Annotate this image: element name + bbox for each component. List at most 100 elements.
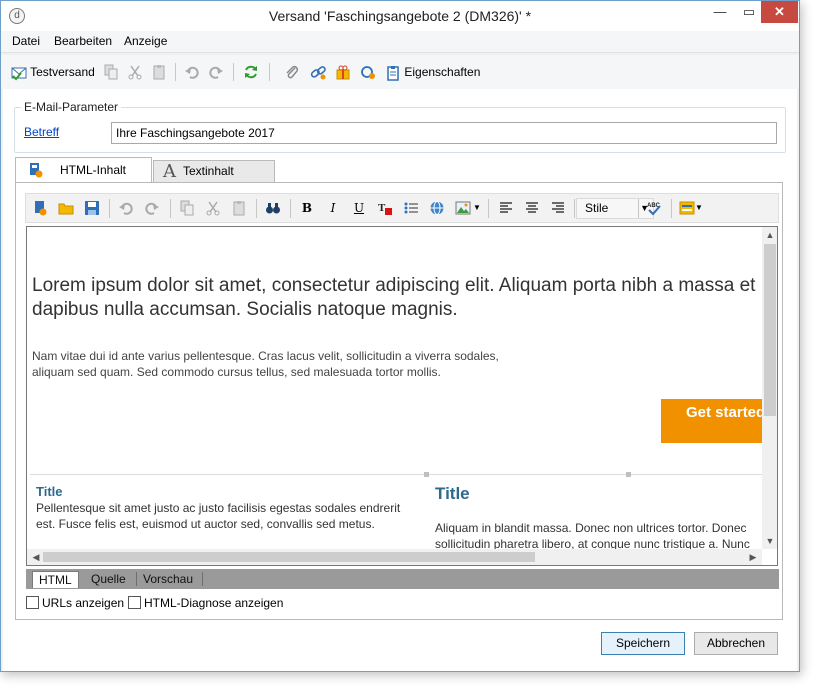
menu-bearbeiten[interactable]: Bearbeiten (54, 34, 112, 48)
section-divider (30, 474, 762, 475)
tab-source-view[interactable]: Quelle (85, 571, 132, 588)
text-color-icon[interactable]: T (377, 200, 393, 216)
new-content-icon[interactable] (32, 200, 48, 216)
vertical-scroll-thumb[interactable] (764, 244, 776, 416)
horizontal-scrollbar[interactable]: ◀ ▶ (27, 549, 762, 565)
undo-icon[interactable] (184, 64, 200, 80)
show-urls-label: URLs anzeigen (42, 596, 125, 610)
tab-html-label: HTML-Inhalt (60, 163, 127, 177)
get-started-button[interactable]: Get started (661, 399, 763, 443)
bullet-list-icon[interactable] (403, 200, 419, 216)
dialog-window: d Versand 'Faschingsangebote 2 (DM326)' … (0, 0, 800, 672)
html-diagnosis-checkbox[interactable]: HTML-Diagnose anzeigen (128, 596, 283, 610)
tab-text-content[interactable]: A Textinhalt (153, 160, 275, 182)
right-column-text[interactable]: Aliquam in blandit massa. Donec non ultr… (435, 520, 775, 552)
maximize-button[interactable]: ▭ (735, 1, 763, 23)
clipboard-icon (387, 65, 399, 81)
cut-icon[interactable] (127, 64, 143, 80)
toolbar-separator (269, 63, 270, 81)
personalize-icon[interactable] (360, 64, 376, 80)
view-mode-tabs: HTML Quelle Vorschau (26, 569, 779, 589)
subject-link[interactable]: Betreff (24, 125, 59, 139)
editor-toolbar-separator (256, 199, 257, 218)
scroll-right-icon[interactable]: ▶ (745, 552, 761, 563)
find-binoculars-icon[interactable] (265, 200, 281, 216)
properties-label: Eigenschaften (404, 65, 481, 79)
insert-image-icon[interactable] (455, 200, 471, 216)
text-content-icon: A (163, 161, 176, 182)
resize-handle[interactable] (424, 472, 429, 477)
copy-icon[interactable] (103, 64, 119, 80)
group-legend: E-Mail-Parameter (21, 100, 122, 114)
attachment-icon[interactable] (284, 64, 300, 80)
right-column-title[interactable]: Title (435, 484, 470, 504)
test-send-button[interactable]: Testversand (11, 63, 95, 81)
tab-html-view[interactable]: HTML (32, 571, 79, 588)
properties-button[interactable]: Eigenschaften (385, 63, 480, 81)
block-dropdown-icon[interactable]: ▼ (695, 200, 703, 216)
tab-separator (202, 572, 203, 586)
html-editor-content[interactable]: Lorem ipsum dolor sit amet, consectetur … (26, 226, 778, 566)
editor-toolbar: B I U T ▼ Stile ▼ ABC ▼ (25, 193, 779, 223)
menu-datei[interactable]: Datei (12, 34, 40, 48)
cut-icon[interactable] (205, 200, 221, 216)
close-button[interactable]: ✕ (761, 1, 798, 23)
toolbar-separator (233, 63, 234, 81)
content-heading[interactable]: Lorem ipsum dolor sit amet, consectetur … (32, 274, 767, 322)
window-title: Versand 'Faschingsangebote 2 (DM326)' * (268, 8, 532, 24)
scroll-left-icon[interactable]: ◀ (28, 552, 44, 563)
style-select[interactable]: Stile ▼ (576, 198, 654, 219)
email-parameters-group: E-Mail-Parameter Betreff (14, 100, 786, 153)
refresh-icon[interactable] (243, 64, 259, 80)
editor-toolbar-separator (574, 199, 575, 218)
redo-icon[interactable] (208, 64, 224, 80)
scroll-up-icon[interactable]: ▲ (762, 230, 777, 240)
paste-icon[interactable] (231, 200, 247, 216)
redo-icon[interactable] (144, 200, 160, 216)
bold-button[interactable]: B (299, 200, 315, 216)
editor-toolbar-separator (671, 199, 672, 218)
show-urls-box[interactable] (26, 596, 39, 609)
content-paragraph[interactable]: Nam vitae dui id ante varius pellentesqu… (32, 348, 502, 380)
insert-link-globe-icon[interactable] (429, 200, 445, 216)
envelope-check-icon (11, 67, 27, 81)
left-column-text[interactable]: Pellentesque sit amet justo ac justo fac… (36, 500, 421, 532)
horizontal-scroll-thumb[interactable] (43, 552, 535, 562)
html-diagnosis-box[interactable] (128, 596, 141, 609)
toolbar-separator (175, 63, 176, 81)
menu-bar: Datei Bearbeiten Anzeige (1, 31, 799, 53)
align-right-icon[interactable] (550, 200, 566, 216)
open-folder-icon[interactable] (58, 200, 74, 216)
editor-toolbar-separator (488, 199, 489, 218)
undo-icon[interactable] (118, 200, 134, 216)
cancel-button[interactable]: Abbrechen (694, 632, 778, 655)
scroll-down-icon[interactable]: ▼ (762, 536, 777, 546)
editor-toolbar-separator (109, 199, 110, 218)
editor-toolbar-separator (290, 199, 291, 218)
link-icon[interactable] (310, 64, 326, 80)
spellcheck-icon[interactable]: ABC (646, 200, 662, 216)
subject-input[interactable] (111, 122, 777, 144)
gift-icon[interactable] (335, 64, 351, 80)
left-column-title[interactable]: Title (36, 484, 63, 499)
align-center-icon[interactable] (524, 200, 540, 216)
title-bar: d Versand 'Faschingsangebote 2 (DM326)' … (1, 1, 799, 31)
menu-anzeige[interactable]: Anzeige (124, 34, 167, 48)
block-layout-icon[interactable] (679, 200, 695, 216)
paste-icon[interactable] (151, 64, 167, 80)
save-button[interactable]: Speichern (601, 632, 685, 655)
resize-handle[interactable] (626, 472, 631, 477)
html-content-icon (30, 163, 43, 178)
save-icon[interactable] (84, 200, 100, 216)
image-dropdown-icon[interactable]: ▼ (473, 200, 481, 216)
svg-text:T: T (378, 202, 386, 214)
tab-preview-view[interactable]: Vorschau (137, 571, 199, 588)
italic-button[interactable]: I (325, 200, 341, 216)
align-left-icon[interactable] (498, 200, 514, 216)
minimize-button[interactable]: — (706, 1, 734, 23)
show-urls-checkbox[interactable]: URLs anzeigen (26, 596, 124, 610)
vertical-scrollbar[interactable]: ▲ ▼ (762, 227, 777, 549)
tab-html-content[interactable]: HTML-Inhalt (15, 157, 152, 182)
underline-button[interactable]: U (351, 200, 367, 216)
copy-icon[interactable] (179, 200, 195, 216)
